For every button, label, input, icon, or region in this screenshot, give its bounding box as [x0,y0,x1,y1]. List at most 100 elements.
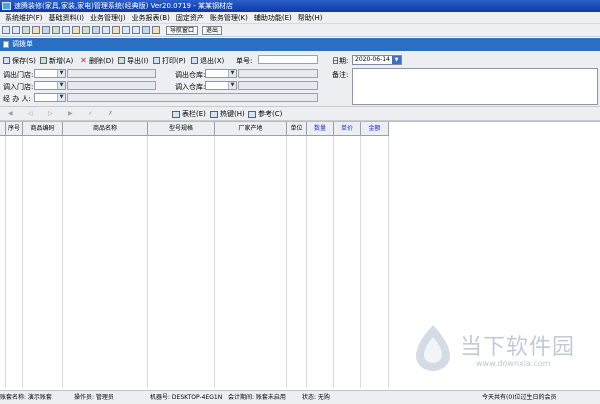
exit-button[interactable]: 退出(X) [191,55,224,66]
column-divider [22,136,23,388]
column-header[interactable]: 金额 [361,122,389,136]
prev-record-icon[interactable]: ◁ [28,110,33,117]
stock-icon[interactable] [62,26,70,34]
column-divider [62,136,63,388]
watermark-logo-icon [416,325,450,371]
in-store-select[interactable]: ▼ [34,81,66,90]
hotkey-button[interactable]: 热键(H) [210,109,245,119]
sales-icon[interactable] [52,26,60,34]
column-header[interactable]: 商品名称 [63,122,148,136]
cancel-icon[interactable]: ✗ [108,110,113,117]
info-icon[interactable] [152,26,160,34]
in-warehouse-label: 调入仓库: [175,83,206,91]
calc-icon[interactable] [102,26,110,34]
chevron-down-icon[interactable]: ▼ [57,70,65,77]
export-icon [118,57,125,64]
menu-system[interactable]: 系统维护(F) [2,12,46,24]
reference-button[interactable]: 参考(C) [248,109,282,119]
grid-icon[interactable] [32,26,40,34]
purchase-icon[interactable] [42,26,50,34]
transfer-form: 保存(S) 新增(A) ✕ 删除(D) 导出(I) 打印(P) 退出(X) 单号… [0,51,600,107]
save-button[interactable]: 保存(S) [3,55,36,66]
chevron-down-icon[interactable]: ▼ [57,94,65,101]
report-icon[interactable] [82,26,90,34]
window-title: 速腾装修(家具,家装,家电)管理系统(经典版) Ver20.0719 - 某某钢… [14,2,233,10]
next-record-icon[interactable]: ▷ [48,110,53,117]
out-store-select[interactable]: ▼ [34,69,66,78]
row-indicator-column [0,136,6,388]
watermark: 当下软件园 www.downxia.com [412,323,582,383]
grid-header: 序号 商品编码 商品名称 型号规格 厂家产地 单位 数量 单价 金额 [0,122,389,136]
last-record-icon[interactable]: ▶ [68,110,73,117]
menu-reports[interactable]: 业务报表(B) [129,12,173,24]
handler-select[interactable]: ▼ [34,93,66,102]
card-icon[interactable] [92,26,100,34]
menu-fixed-assets[interactable]: 固定资产 [173,12,207,24]
notes-textarea[interactable] [352,68,598,105]
print-button[interactable]: 打印(P) [153,55,186,66]
column-divider [147,136,148,388]
in-store-label: 调入门店: [3,83,34,91]
doc-no-input[interactable] [258,55,318,64]
menu-business[interactable]: 业务管理(J) [87,12,129,24]
column-header[interactable]: 型号规格 [148,122,215,136]
column-header[interactable]: 厂家产地 [215,122,287,136]
date-picker[interactable]: 2020-06-14 ▼ [352,55,402,65]
items-grid[interactable]: 序号 商品编码 商品名称 型号规格 厂家产地 单位 数量 单价 金额 当下软件园… [0,121,600,388]
transfer-icon[interactable] [72,26,80,34]
exit-icon [191,57,198,64]
column-divider [388,136,389,388]
exit-toolbar-button[interactable]: 退出 [202,25,223,35]
column-divider [286,136,287,388]
out-store-name [67,69,156,78]
status-bar: 账套名称: 演示账套 操作员: 管理员 机器号: DESKTOP-4EG1N 会… [0,390,600,404]
chevron-down-icon[interactable]: ▼ [228,82,236,89]
chevron-down-icon[interactable]: ▼ [228,70,236,77]
print-icon [153,57,160,64]
menu-bar: 系统维护(F) 基础资料(I) 业务管理(J) 业务报表(B) 固定资产 账务管… [0,12,600,24]
new-doc-icon[interactable] [2,26,10,34]
settings-icon[interactable] [132,26,140,34]
first-record-icon[interactable]: ◀ [8,110,13,117]
nav-window-button[interactable]: 导航窗口 [166,25,199,35]
panel-title-text: 调拨单 [12,40,33,48]
column-header[interactable]: 商品编码 [23,122,63,136]
in-store-name [67,81,156,90]
columns-icon [172,110,180,118]
menu-tools[interactable]: 辅助功能(E) [251,12,295,24]
status-operator: 操作员: 管理员 [74,394,114,401]
reference-icon [248,110,256,118]
menu-accounts[interactable]: 账务管理(K) [207,12,251,24]
app-icon [2,2,11,10]
doc-no-label: 单号: [236,57,253,65]
status-account: 账套名称: 演示账套 [0,394,52,401]
column-header[interactable]: 数量 [307,122,334,136]
add-button[interactable]: 新增(A) [40,55,73,66]
menu-help[interactable]: 帮助(H) [295,12,326,24]
grid-toolbar: ◀ ◁ ▷ ▶ ✓ ✗ 表栏(E) 热键(H) 参考(C) [0,107,600,121]
document-icon [3,41,9,48]
column-header[interactable]: 单价 [334,122,361,136]
check-icon[interactable]: ✓ [88,110,93,117]
list-icon[interactable] [22,26,30,34]
chevron-down-icon[interactable]: ▼ [392,56,401,64]
column-header[interactable]: 单位 [287,122,307,136]
in-warehouse-select[interactable]: ▼ [205,81,237,90]
column-header[interactable]: 序号 [6,122,23,136]
status-birthday: 今天共有(0)位过生日的会员 [482,394,557,401]
window-icon[interactable] [12,26,20,34]
out-warehouse-select[interactable]: ▼ [205,69,237,78]
handler-name [67,93,318,102]
out-warehouse-label: 调出仓库: [175,71,206,79]
print-icon[interactable] [122,26,130,34]
out-warehouse-name [238,69,318,78]
notes-label: 备注: [332,71,349,79]
delete-button[interactable]: ✕ 删除(D) [80,55,114,66]
save-icon[interactable] [112,26,120,34]
menu-basic-data[interactable]: 基础资料(I) [46,12,88,24]
panel-title: 调拨单 [0,38,600,51]
chevron-down-icon[interactable]: ▼ [57,82,65,89]
help-icon[interactable] [142,26,150,34]
export-button[interactable]: 导出(I) [118,55,149,66]
columns-button[interactable]: 表栏(E) [172,109,206,119]
